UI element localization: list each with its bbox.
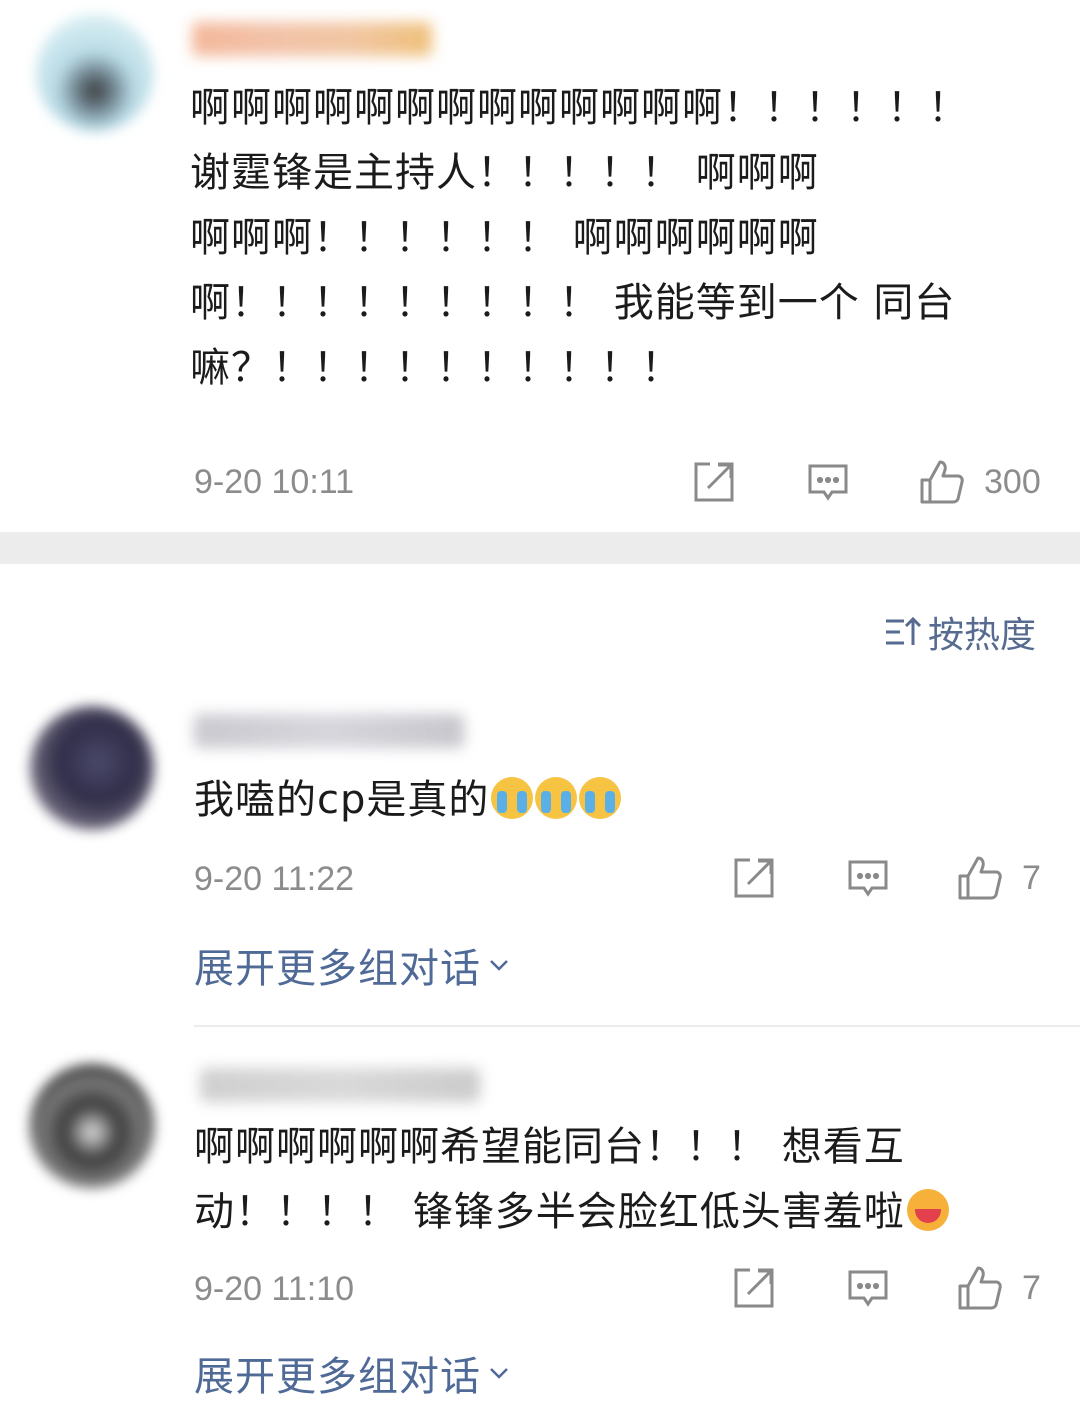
post-timestamp: 9-20 10:11: [194, 463, 355, 501]
comment-avatar[interactable]: [30, 706, 154, 830]
expand-conversation-link[interactable]: 展开更多组对话: [194, 1344, 511, 1402]
comment-timestamp: 9-20 11:22: [194, 860, 355, 898]
comment-text-content: 我嗑的cp是真的: [194, 777, 490, 823]
post-text-line: 啊啊啊！！！！！！ 啊啊啊啊啊啊: [190, 215, 819, 261]
sort-by-hot-button[interactable]: 按热度: [884, 606, 1036, 658]
crying-face-icon: [579, 777, 622, 819]
expand-label: 展开更多组对话: [194, 946, 481, 992]
thumbs-up-icon: [958, 1266, 1002, 1310]
like-button[interactable]: 300: [918, 458, 1041, 506]
sort-label: 按热度: [928, 615, 1037, 656]
post-card: 啊啊啊啊啊啊啊啊啊啊啊啊啊！！！！！！ 谢霆锋是主持人！！！！！ 啊啊啊 啊啊啊…: [0, 0, 1080, 532]
thumbs-up-icon: [920, 460, 964, 504]
post-text-line: 嘛？！！！！！！！！！！: [190, 345, 682, 391]
like-button[interactable]: 7: [956, 1264, 1041, 1312]
comment-text-line: 啊啊啊啊啊啊希望能同台！！！ 想看互: [194, 1124, 905, 1170]
comment-avatar[interactable]: [30, 1064, 154, 1188]
comment-username[interactable]: [194, 714, 464, 748]
like-count: 7: [1022, 1268, 1041, 1307]
chevron-down-icon: [490, 1368, 508, 1379]
expand-label: 展开更多组对话: [194, 1354, 481, 1400]
share-icon: [734, 1268, 774, 1308]
comment-icon: [848, 1270, 888, 1307]
share-button[interactable]: [732, 1266, 776, 1310]
post-avatar[interactable]: [36, 14, 154, 132]
thumbs-up-icon: [958, 856, 1002, 900]
crying-face-icon: [535, 777, 578, 819]
comment-text: 啊啊啊啊啊啊希望能同台！！！ 想看互 动！！！！ 锋锋多半会脸红低头害羞啦: [194, 1115, 949, 1245]
like-count: 7: [1022, 858, 1041, 897]
blushing-face-icon: [906, 1189, 949, 1231]
post-text: 啊啊啊啊啊啊啊啊啊啊啊啊啊！！！！！！ 谢霆锋是主持人！！！！！ 啊啊啊 啊啊啊…: [190, 76, 969, 401]
post-text-line: 啊啊啊啊啊啊啊啊啊啊啊啊啊！！！！！！: [190, 85, 969, 131]
like-button[interactable]: 7: [956, 854, 1041, 902]
comment-icon: [808, 464, 848, 501]
expand-conversation-link[interactable]: 展开更多组对话: [194, 936, 511, 994]
share-icon: [734, 858, 774, 898]
comment-timestamp: 9-20 11:10: [194, 1270, 355, 1308]
post-text-line: 啊！！！！！！！！！ 我能等到一个 同台: [190, 280, 956, 326]
comment-text-line: 动！！！！ 锋锋多半会脸红低头害羞啦: [194, 1189, 905, 1235]
sort-icon: [886, 616, 922, 645]
comment-button[interactable]: [846, 1266, 890, 1310]
comment-icon: [848, 860, 888, 897]
comment-divider: [194, 1025, 1080, 1027]
like-count: 300: [984, 462, 1041, 501]
share-button[interactable]: [732, 856, 776, 900]
crying-face-icon: [491, 777, 534, 819]
section-separator: [0, 532, 1080, 564]
chevron-down-icon: [490, 960, 508, 971]
post-username[interactable]: [192, 22, 432, 56]
comment-button[interactable]: [846, 856, 890, 900]
share-icon: [694, 462, 734, 502]
post-text-line: 谢霆锋是主持人！！！！！ 啊啊啊: [190, 150, 819, 196]
comment-text: 我嗑的cp是真的: [194, 768, 622, 833]
share-button[interactable]: [692, 460, 736, 504]
comment-button[interactable]: [806, 460, 850, 504]
comment-username[interactable]: [200, 1068, 480, 1102]
